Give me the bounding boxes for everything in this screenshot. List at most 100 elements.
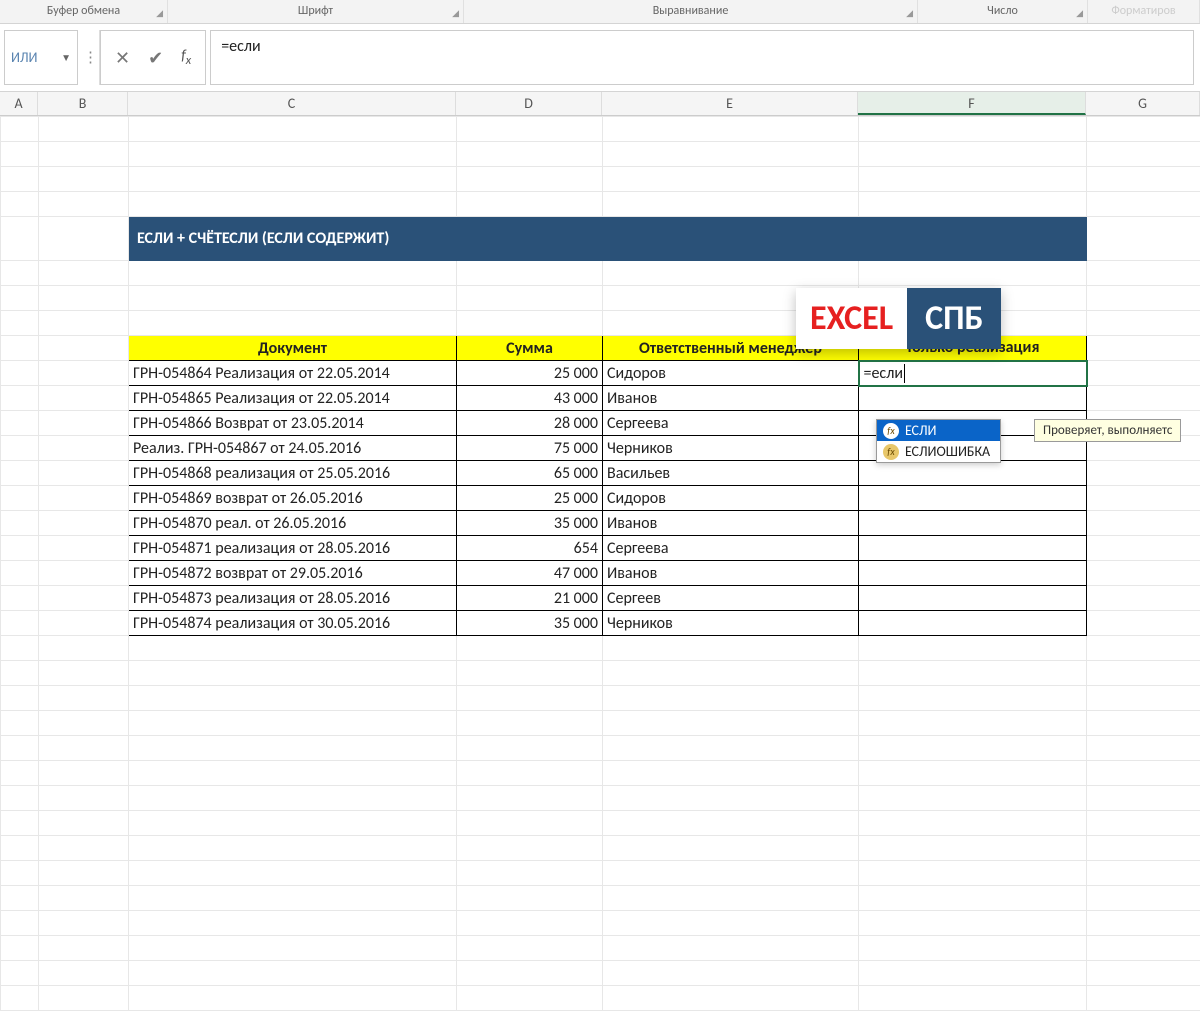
cell[interactable] — [129, 661, 457, 686]
cell[interactable] — [39, 586, 129, 611]
cell-only-real[interactable] — [859, 486, 1087, 511]
cell[interactable] — [39, 936, 129, 961]
ribbon-group-font[interactable]: Шрифт◢ — [168, 0, 464, 23]
cell[interactable] — [1, 411, 39, 436]
cell-manager[interactable]: Иванов — [603, 386, 859, 411]
cell[interactable] — [1087, 761, 1200, 786]
cell[interactable] — [39, 217, 129, 261]
cell[interactable] — [1087, 836, 1200, 861]
cell[interactable] — [39, 286, 129, 311]
cell[interactable] — [39, 611, 129, 636]
cell[interactable] — [859, 886, 1087, 911]
cell[interactable] — [859, 786, 1087, 811]
cell[interactable] — [457, 986, 603, 1011]
cell[interactable] — [39, 461, 129, 486]
cell[interactable] — [1087, 286, 1200, 311]
cell[interactable] — [1, 217, 39, 261]
cell[interactable] — [457, 686, 603, 711]
cell[interactable] — [129, 836, 457, 861]
col-header-A[interactable]: A — [0, 92, 38, 115]
cell[interactable] — [1087, 986, 1200, 1011]
cell[interactable] — [1087, 586, 1200, 611]
cell[interactable] — [1, 336, 39, 361]
cell[interactable] — [1, 636, 39, 661]
cell[interactable] — [1087, 661, 1200, 686]
cell[interactable] — [1087, 636, 1200, 661]
cell-sum[interactable]: 43 000 — [457, 386, 603, 411]
cell-sum[interactable]: 21 000 — [457, 586, 603, 611]
cell[interactable] — [1087, 886, 1200, 911]
cell-only-real[interactable] — [859, 586, 1087, 611]
cell[interactable] — [1087, 142, 1200, 167]
dialog-launcher-icon[interactable]: ◢ — [156, 8, 163, 19]
cell[interactable] — [39, 561, 129, 586]
cell[interactable] — [129, 192, 457, 217]
cell[interactable] — [39, 336, 129, 361]
cell[interactable] — [1087, 117, 1200, 142]
cell-doc[interactable]: ГРН-054872 возврат от 29.05.2016 — [129, 561, 457, 586]
cell[interactable] — [1, 167, 39, 192]
cell[interactable] — [39, 861, 129, 886]
cell[interactable] — [603, 711, 859, 736]
cell[interactable] — [129, 311, 457, 336]
cell[interactable] — [859, 261, 1087, 286]
cell[interactable] — [1, 192, 39, 217]
cell[interactable] — [1087, 486, 1200, 511]
cell[interactable] — [1, 786, 39, 811]
cell[interactable] — [603, 886, 859, 911]
cell[interactable] — [859, 936, 1087, 961]
cell[interactable] — [1, 686, 39, 711]
cell[interactable] — [1, 386, 39, 411]
cell[interactable] — [603, 911, 859, 936]
cell[interactable] — [603, 636, 859, 661]
cell[interactable] — [859, 117, 1087, 142]
cell[interactable] — [39, 436, 129, 461]
cell[interactable] — [859, 836, 1087, 861]
cell-manager[interactable]: Иванов — [603, 561, 859, 586]
cell[interactable] — [603, 986, 859, 1011]
cell[interactable] — [1, 811, 39, 836]
dialog-launcher-icon[interactable]: ◢ — [452, 8, 459, 19]
cell[interactable] — [859, 711, 1087, 736]
cell[interactable] — [1087, 861, 1200, 886]
cell-only-real[interactable] — [859, 386, 1087, 411]
cell[interactable] — [859, 636, 1087, 661]
cell-doc[interactable]: ГРН-054870 реал. от 26.05.2016 — [129, 511, 457, 536]
cell-sum[interactable]: 35 000 — [457, 611, 603, 636]
cell[interactable] — [1, 361, 39, 386]
col-header-F[interactable]: F — [858, 92, 1086, 115]
cell[interactable] — [859, 911, 1087, 936]
cell[interactable] — [1, 736, 39, 761]
cell[interactable] — [859, 736, 1087, 761]
cell[interactable] — [1, 961, 39, 986]
cell[interactable] — [859, 761, 1087, 786]
cell[interactable] — [603, 167, 859, 192]
cell[interactable] — [1087, 461, 1200, 486]
cell[interactable] — [859, 686, 1087, 711]
cell[interactable] — [1, 986, 39, 1011]
autocomplete-item[interactable]: fxЕСЛИОШИБКА — [877, 441, 1000, 462]
cell-only-real[interactable] — [859, 536, 1087, 561]
cell[interactable] — [129, 711, 457, 736]
cell[interactable] — [1, 836, 39, 861]
cell[interactable] — [603, 836, 859, 861]
cell[interactable] — [1, 936, 39, 961]
cell-manager[interactable]: Черников — [603, 436, 859, 461]
cell[interactable] — [1, 536, 39, 561]
cell[interactable] — [603, 117, 859, 142]
cell[interactable] — [129, 286, 457, 311]
cell[interactable] — [129, 736, 457, 761]
cell-only-real[interactable] — [859, 461, 1087, 486]
cell-manager[interactable]: Васильев — [603, 461, 859, 486]
cell[interactable] — [1, 436, 39, 461]
cell[interactable] — [1, 761, 39, 786]
formula-input[interactable]: =если — [210, 30, 1194, 85]
cell[interactable] — [39, 386, 129, 411]
cell[interactable] — [859, 167, 1087, 192]
cell[interactable] — [1, 117, 39, 142]
cell-sum[interactable]: 25 000 — [457, 486, 603, 511]
cell[interactable] — [457, 861, 603, 886]
cell[interactable] — [129, 761, 457, 786]
cell[interactable] — [1087, 936, 1200, 961]
cell[interactable] — [39, 536, 129, 561]
